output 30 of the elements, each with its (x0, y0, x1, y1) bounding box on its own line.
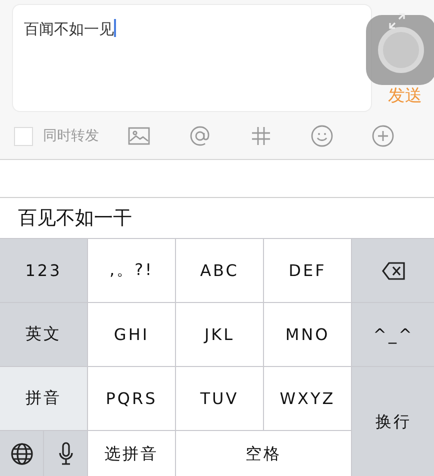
keyboard-key[interactable]: ^_^ (352, 303, 434, 366)
keyboard-key[interactable]: DEF (264, 239, 351, 302)
keyboard-key[interactable]: ,。?! (88, 239, 175, 302)
message-field[interactable]: 百闻不如一见 (12, 4, 372, 112)
assistive-touch-button[interactable] (366, 15, 434, 85)
keyboard-key[interactable]: 英文 (0, 303, 87, 366)
keyboard-key[interactable]: WXYZ (264, 367, 351, 430)
repost-checkbox[interactable] (14, 126, 33, 146)
expand-icon[interactable] (388, 12, 406, 30)
hash-icon[interactable] (249, 124, 273, 148)
plus-circle-icon[interactable] (371, 124, 395, 148)
mic-key[interactable] (44, 431, 87, 476)
keyboard-key[interactable]: JKL (176, 303, 263, 366)
keyboard-key[interactable]: 拼音 (0, 367, 87, 430)
keyboard-key[interactable]: GHI (88, 303, 175, 366)
globe-key[interactable] (0, 431, 43, 476)
keyboard-key[interactable]: TUV (176, 367, 263, 430)
smiley-icon[interactable] (310, 124, 334, 148)
at-sign-icon[interactable] (188, 124, 212, 148)
keyboard-key[interactable]: 空格 (176, 431, 351, 476)
delete-key[interactable] (352, 239, 434, 302)
keyboard-key[interactable]: 123 (0, 239, 87, 302)
keyboard-key[interactable]: MNO (264, 303, 351, 366)
keyboard-key[interactable]: 换行 (352, 367, 434, 476)
globe-icon (8, 442, 34, 466)
keyboard-key[interactable]: 选拼音 (88, 431, 175, 476)
repost-label: 同时转发 (43, 127, 99, 145)
candidate-word[interactable]: 百见不如一干 (18, 205, 132, 231)
keyboard-key[interactable]: PQRS (88, 367, 175, 430)
keyboard-key[interactable]: ABC (176, 239, 263, 302)
